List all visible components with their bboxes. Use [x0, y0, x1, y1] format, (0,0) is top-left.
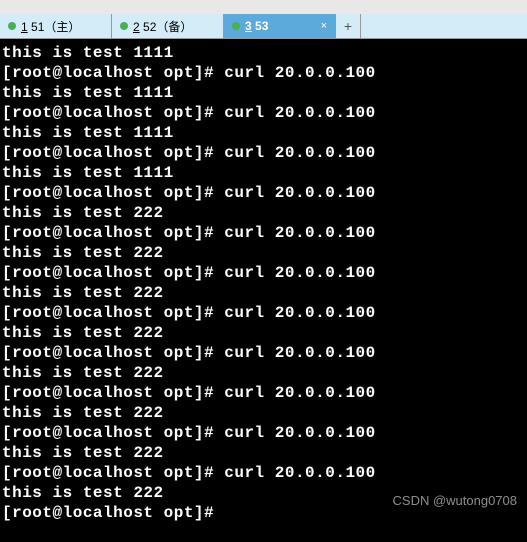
status-dot-icon: [8, 22, 16, 30]
tab-label: 3 53: [245, 19, 268, 33]
terminal-line: this is test 222: [2, 363, 525, 383]
terminal-line: [root@localhost opt]# curl 20.0.0.100: [2, 463, 525, 483]
tab-session-1[interactable]: 1 51（主）: [0, 14, 112, 38]
terminal-line: [root@localhost opt]# curl 20.0.0.100: [2, 343, 525, 363]
tab-session-3[interactable]: 3 53 ×: [224, 14, 336, 38]
terminal-line: this is test 222: [2, 443, 525, 463]
terminal-line: this is test 1111: [2, 123, 525, 143]
tab-session-2[interactable]: 2 52（备）: [112, 14, 224, 38]
terminal-line: [root@localhost opt]# curl 20.0.0.100: [2, 183, 525, 203]
terminal-line: this is test 222: [2, 243, 525, 263]
tab-label: 1 51（主）: [21, 18, 80, 35]
terminal-line: [root@localhost opt]# curl 20.0.0.100: [2, 63, 525, 83]
terminal-line: [root@localhost opt]# curl 20.0.0.100: [2, 423, 525, 443]
terminal-line: this is test 222: [2, 323, 525, 343]
window-title-bar: [0, 0, 527, 14]
status-dot-icon: [232, 22, 240, 30]
terminal-line: this is test 222: [2, 403, 525, 423]
close-icon[interactable]: ×: [321, 20, 327, 32]
status-dot-icon: [120, 22, 128, 30]
terminal-line: this is test 1111: [2, 163, 525, 183]
terminal-line: [root@localhost opt]# curl 20.0.0.100: [2, 223, 525, 243]
tab-bar: 1 51（主） 2 52（备） 3 53 × +: [0, 14, 527, 39]
terminal-line: this is test 1111: [2, 83, 525, 103]
terminal-line: [root@localhost opt]# curl 20.0.0.100: [2, 103, 525, 123]
terminal-line: this is test 1111: [2, 43, 525, 63]
terminal-line: [root@localhost opt]# curl 20.0.0.100: [2, 303, 525, 323]
terminal-line: this is test 222: [2, 283, 525, 303]
new-tab-button[interactable]: +: [336, 14, 361, 38]
terminal-line: [root@localhost opt]# curl 20.0.0.100: [2, 383, 525, 403]
terminal-line: [root@localhost opt]# curl 20.0.0.100: [2, 263, 525, 283]
terminal-output[interactable]: this is test 1111[root@localhost opt]# c…: [0, 39, 527, 542]
terminal-line: this is test 222: [2, 203, 525, 223]
terminal-line: [root@localhost opt]# curl 20.0.0.100: [2, 143, 525, 163]
tab-label: 2 52（备）: [133, 18, 192, 35]
watermark: CSDN @wutong0708: [393, 493, 517, 508]
